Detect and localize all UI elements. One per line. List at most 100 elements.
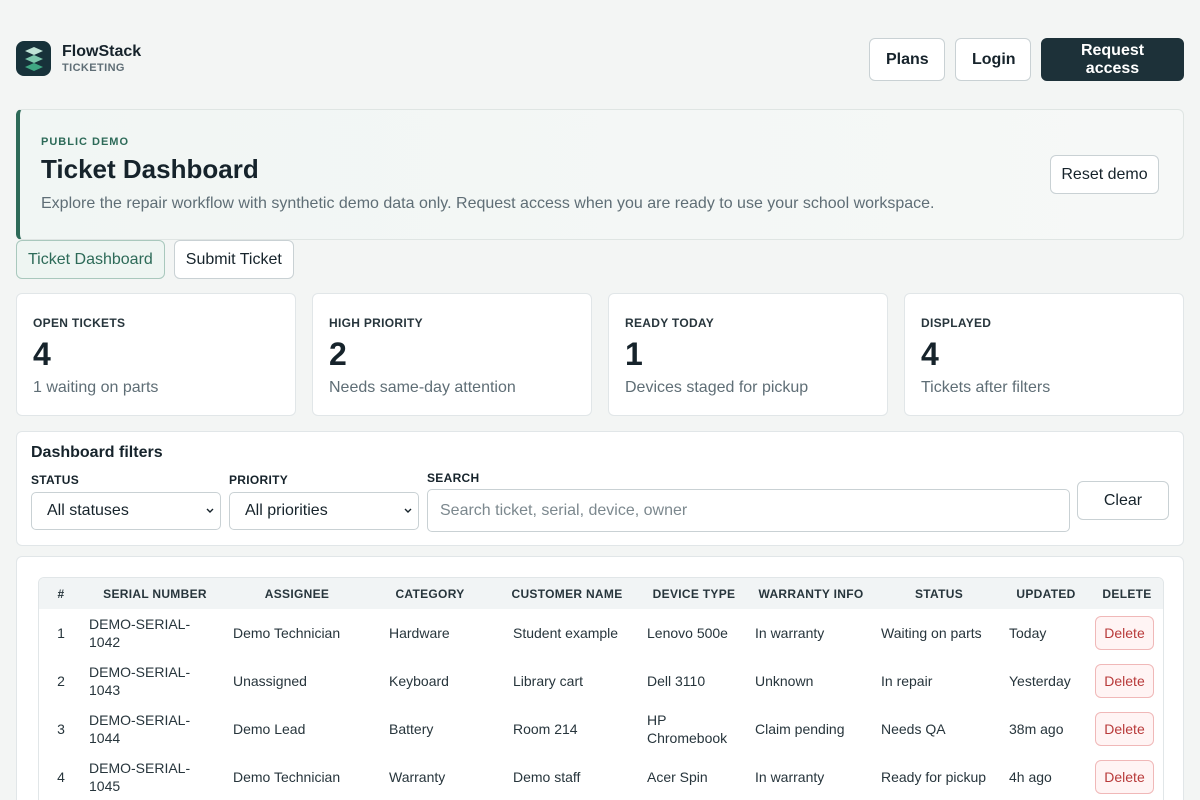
- stat-card-open-tickets: OPEN TICKETS 4 1 waiting on parts: [16, 293, 296, 416]
- cell-delete: Delete: [1089, 753, 1163, 800]
- cell-delete: Delete: [1089, 609, 1163, 657]
- column-header-status[interactable]: STATUS: [875, 578, 1003, 609]
- cell-warranty: In warranty: [755, 625, 825, 641]
- priority-filter-label: PRIORITY: [229, 473, 289, 487]
- tab-ticket-dashboard[interactable]: Ticket Dashboard: [16, 240, 165, 279]
- table-row[interactable]: 2 DEMO-SERIAL-1043 Unassigned Keyboard L…: [39, 657, 1163, 705]
- stat-value: 1: [625, 336, 643, 372]
- column-header-serial[interactable]: SERIAL NUMBER: [83, 578, 227, 609]
- stat-value: 4: [921, 336, 939, 372]
- status-select-value: All statuses: [47, 502, 129, 519]
- cell-status: Needs QA: [881, 721, 946, 737]
- column-header-customer[interactable]: CUSTOMER NAME: [493, 578, 641, 609]
- cell-assignee: Demo Technician: [233, 625, 341, 641]
- request-access-button[interactable]: Request access: [1041, 38, 1184, 81]
- brand-text: FlowStack TICKETING: [62, 43, 141, 75]
- cell-customer: Demo staff: [513, 769, 581, 785]
- search-input[interactable]: [427, 489, 1070, 532]
- brand[interactable]: FlowStack TICKETING: [16, 41, 141, 76]
- dashboard-filters: Dashboard filters STATUS All statuses PR…: [16, 431, 1184, 546]
- tab-submit-ticket[interactable]: Submit Ticket: [173, 240, 294, 279]
- cell-serial: DEMO-SERIAL-1043: [89, 664, 191, 698]
- stat-note: Needs same-day attention: [329, 379, 516, 396]
- cell-category: Hardware: [389, 625, 450, 641]
- reset-demo-button[interactable]: Reset demo: [1050, 155, 1159, 194]
- column-header-number[interactable]: #: [39, 578, 83, 609]
- stat-label: OPEN TICKETS: [33, 316, 126, 330]
- cell-number: 1: [57, 625, 65, 641]
- stat-cards: OPEN TICKETS 4 1 waiting on parts HIGH P…: [16, 293, 1184, 416]
- cell-customer: Student example: [513, 625, 619, 641]
- chevron-down-icon: [404, 508, 412, 513]
- tickets-table: # SERIAL NUMBER ASSIGNEE CATEGORY CUSTOM…: [39, 578, 1163, 800]
- page-title: Ticket Dashboard: [41, 154, 259, 184]
- stat-note: Devices staged for pickup: [625, 379, 809, 396]
- tickets-table-wrap: # SERIAL NUMBER ASSIGNEE CATEGORY CUSTOM…: [38, 577, 1164, 800]
- filters-title: Dashboard filters: [31, 444, 163, 461]
- cell-warranty: In warranty: [755, 769, 825, 785]
- cell-delete: Delete: [1089, 705, 1163, 753]
- stat-card-displayed: DISPLAYED 4 Tickets after filters: [904, 293, 1184, 416]
- cell-status: Ready for pickup: [881, 769, 987, 785]
- hero-tag: PUBLIC DEMO: [41, 136, 129, 148]
- hero-description: Explore the repair workflow with synthet…: [41, 195, 935, 212]
- delete-button[interactable]: Delete: [1095, 712, 1154, 746]
- cell-updated: 38m ago: [1009, 721, 1064, 737]
- stat-note: Tickets after filters: [921, 379, 1051, 396]
- delete-button[interactable]: Delete: [1095, 760, 1154, 794]
- hero-banner: PUBLIC DEMO Ticket Dashboard Explore the…: [16, 109, 1184, 240]
- table-header-row: # SERIAL NUMBER ASSIGNEE CATEGORY CUSTOM…: [39, 578, 1163, 609]
- chevron-down-icon: [206, 508, 214, 513]
- tickets-card: # SERIAL NUMBER ASSIGNEE CATEGORY CUSTOM…: [16, 556, 1184, 800]
- cell-warranty: Unknown: [755, 673, 814, 689]
- priority-select[interactable]: All priorities: [229, 492, 419, 530]
- cell-serial: DEMO-SERIAL-1042: [89, 616, 191, 650]
- cell-delete: Delete: [1089, 657, 1163, 705]
- table-row[interactable]: 1 DEMO-SERIAL-1042 Demo Technician Hardw…: [39, 609, 1163, 657]
- cell-assignee: Unassigned: [233, 673, 307, 689]
- status-filter-label: STATUS: [31, 473, 80, 487]
- column-header-device[interactable]: DEVICE TYPE: [641, 578, 747, 609]
- stat-label: READY TODAY: [625, 316, 715, 330]
- stat-value: 2: [329, 336, 347, 372]
- cell-number: 3: [57, 721, 65, 737]
- cell-number: 2: [57, 673, 65, 689]
- plans-button[interactable]: Plans: [869, 38, 945, 81]
- table-row[interactable]: 3 DEMO-SERIAL-1044 Demo Lead Battery Roo…: [39, 705, 1163, 753]
- cell-device: Lenovo 500e: [647, 625, 728, 641]
- delete-button[interactable]: Delete: [1095, 664, 1154, 698]
- clear-filters-button[interactable]: Clear: [1077, 481, 1169, 520]
- cell-status: In repair: [881, 673, 933, 689]
- column-header-category[interactable]: CATEGORY: [367, 578, 493, 609]
- delete-button[interactable]: Delete: [1095, 616, 1154, 650]
- column-header-updated[interactable]: UPDATED: [1003, 578, 1089, 609]
- cell-number: 4: [57, 769, 65, 785]
- stat-card-high-priority: HIGH PRIORITY 2 Needs same-day attention: [312, 293, 592, 416]
- flowstack-logo-icon: [16, 41, 51, 76]
- cell-serial: DEMO-SERIAL-1044: [89, 712, 191, 746]
- cell-device: Dell 3110: [647, 673, 706, 689]
- cell-customer: Library cart: [513, 673, 584, 689]
- cell-assignee: Demo Technician: [233, 769, 341, 785]
- stat-card-ready-today: READY TODAY 1 Devices staged for pickup: [608, 293, 888, 416]
- login-button[interactable]: Login: [955, 38, 1031, 81]
- brand-subtitle: TICKETING: [62, 61, 125, 74]
- cell-customer: Room 214: [513, 721, 578, 737]
- stat-label: DISPLAYED: [921, 316, 992, 330]
- cell-updated: 4h ago: [1009, 769, 1052, 785]
- cell-serial: DEMO-SERIAL-1045: [89, 760, 191, 794]
- cell-category: Keyboard: [389, 673, 449, 689]
- cell-category: Battery: [389, 721, 434, 737]
- view-tabs: Ticket Dashboard Submit Ticket: [16, 240, 294, 279]
- column-header-warranty[interactable]: WARRANTY INFO: [747, 578, 875, 609]
- stat-label: HIGH PRIORITY: [329, 316, 423, 330]
- stat-value: 4: [33, 336, 51, 372]
- column-header-assignee[interactable]: ASSIGNEE: [227, 578, 367, 609]
- cell-device: HP Chromebook: [647, 712, 728, 746]
- top-bar: FlowStack TICKETING Plans Login Request …: [16, 38, 1184, 81]
- cell-category: Warranty: [389, 769, 446, 785]
- cell-assignee: Demo Lead: [233, 721, 306, 737]
- status-select[interactable]: All statuses: [31, 492, 221, 530]
- table-row[interactable]: 4 DEMO-SERIAL-1045 Demo Technician Warra…: [39, 753, 1163, 800]
- cell-warranty: Claim pending: [755, 721, 845, 737]
